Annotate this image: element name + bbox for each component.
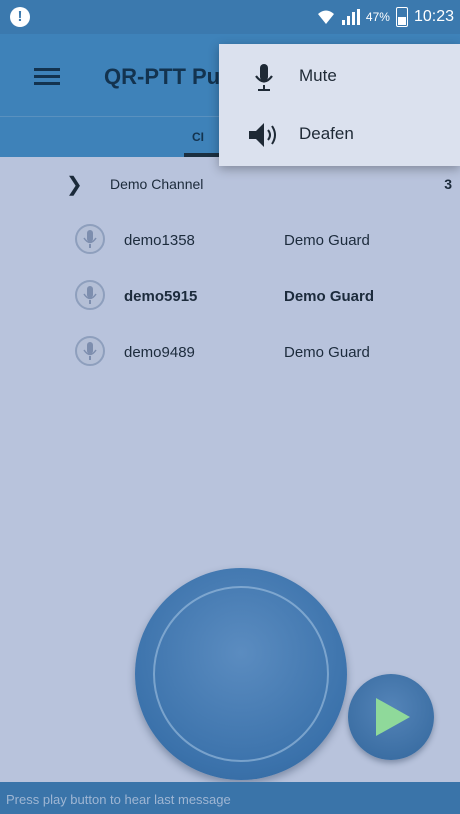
bottom-status-text: Press play button to hear last message (6, 792, 231, 807)
app-title: QR-PTT Pu (104, 64, 221, 89)
menu-item-label: Deafen (299, 124, 354, 143)
channel-row[interactable]: ❯ Demo Channel 3 (0, 168, 460, 204)
play-icon (376, 698, 410, 736)
bottom-status-bar: Press play button to hear last message (0, 782, 460, 814)
user-row[interactable]: demo9489 Demo Guard (0, 336, 460, 372)
tab-channels[interactable]: CI (192, 130, 204, 144)
signal-icon (341, 9, 360, 25)
user-name: demo1358 (124, 232, 195, 249)
clock: 10:23 (413, 8, 454, 25)
menu-item-mute[interactable]: Mute (219, 48, 460, 106)
user-group: Demo Guard (284, 344, 370, 361)
user-microphone-icon (75, 280, 105, 310)
chevron-right-icon: ❯ (66, 174, 83, 196)
push-to-talk-button[interactable] (135, 568, 347, 780)
status-indicators: 47% 10:23 (316, 6, 454, 28)
microphone-icon (255, 64, 273, 91)
battery-icon (395, 7, 408, 27)
user-group: Demo Guard (284, 232, 370, 249)
user-name: demo9489 (124, 344, 195, 361)
alert-icon: ! (10, 7, 30, 27)
user-row[interactable]: demo1358 Demo Guard (0, 224, 460, 260)
channel-name: Demo Channel (110, 176, 204, 192)
user-name: demo5915 (124, 288, 198, 305)
menu-item-deafen[interactable]: Deafen (219, 106, 460, 164)
battery-percent: 47% (365, 10, 390, 24)
user-row[interactable]: demo5915 Demo Guard (0, 280, 460, 316)
speaker-icon (249, 123, 276, 147)
channel-user-count: 3 (444, 176, 452, 192)
user-microphone-icon (75, 336, 105, 366)
menu-item-label: Mute (299, 66, 337, 85)
user-microphone-icon (75, 224, 105, 254)
play-last-message-button[interactable] (348, 674, 434, 760)
push-to-talk-ring (153, 586, 329, 762)
hamburger-menu-icon[interactable] (34, 68, 60, 86)
overflow-menu: Mute Deafen (219, 44, 460, 166)
user-group: Demo Guard (284, 288, 375, 305)
wifi-icon (317, 10, 334, 24)
status-bar: ! 47% 10:23 (0, 0, 460, 34)
